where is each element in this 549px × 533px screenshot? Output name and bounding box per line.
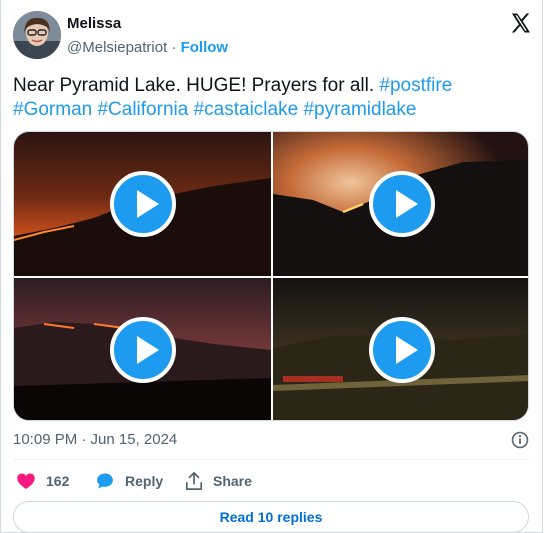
video-thumbnail[interactable]: [273, 278, 528, 420]
author-handle-line: @Melsiepatriot · Follow: [67, 39, 228, 56]
timestamp[interactable]: 10:09 PM · Jun 15, 2024: [13, 431, 177, 448]
hashtag-link[interactable]: #Gorman: [13, 99, 92, 120]
read-replies-button[interactable]: Read 10 replies: [13, 501, 529, 533]
play-icon[interactable]: [368, 317, 435, 383]
play-icon[interactable]: [368, 171, 435, 237]
author-name[interactable]: Melissa: [67, 15, 121, 32]
hashtag-link[interactable]: #California: [97, 99, 188, 120]
play-icon[interactable]: [109, 171, 176, 237]
like-button[interactable]: 162: [16, 470, 69, 492]
divider: [13, 459, 529, 460]
info-icon[interactable]: [511, 431, 529, 449]
author-handle[interactable]: @Melsiepatriot: [67, 39, 167, 56]
video-thumbnail[interactable]: [14, 278, 271, 420]
heart-icon: [17, 473, 35, 489]
action-bar: 162 Reply Share: [13, 470, 529, 492]
video-thumbnail[interactable]: [273, 132, 528, 276]
tweet-text: Near Pyramid Lake. HUGE! Prayers for all…: [13, 74, 529, 122]
share-icon: [185, 472, 203, 490]
like-count: 162: [46, 473, 70, 489]
hashtag-link[interactable]: #castaiclake: [194, 99, 299, 120]
reply-bubble-icon: [97, 473, 113, 489]
tweet-header: Melissa @Melsiepatriot · Follow: [13, 11, 533, 61]
play-icon[interactable]: [109, 317, 176, 383]
tweet-body: Near Pyramid Lake. HUGE! Prayers for all…: [13, 75, 375, 96]
share-label: Share: [213, 473, 252, 489]
follow-button[interactable]: Follow: [181, 39, 229, 56]
media-grid: [13, 131, 529, 421]
avatar[interactable]: [13, 11, 61, 59]
share-button[interactable]: Share: [185, 470, 252, 492]
tweet-card: Melissa @Melsiepatriot · Follow Near Pyr…: [0, 0, 543, 533]
hashtag-link[interactable]: #pyramidlake: [303, 99, 416, 120]
reply-button[interactable]: Reply: [95, 470, 163, 492]
x-logo-icon[interactable]: [509, 11, 533, 35]
tweet-meta: 10:09 PM · Jun 15, 2024: [13, 431, 529, 451]
reply-label: Reply: [125, 473, 164, 489]
hashtag-link[interactable]: #postfire: [379, 75, 452, 96]
video-thumbnail[interactable]: [14, 132, 271, 276]
handle-separator: ·: [171, 39, 177, 56]
